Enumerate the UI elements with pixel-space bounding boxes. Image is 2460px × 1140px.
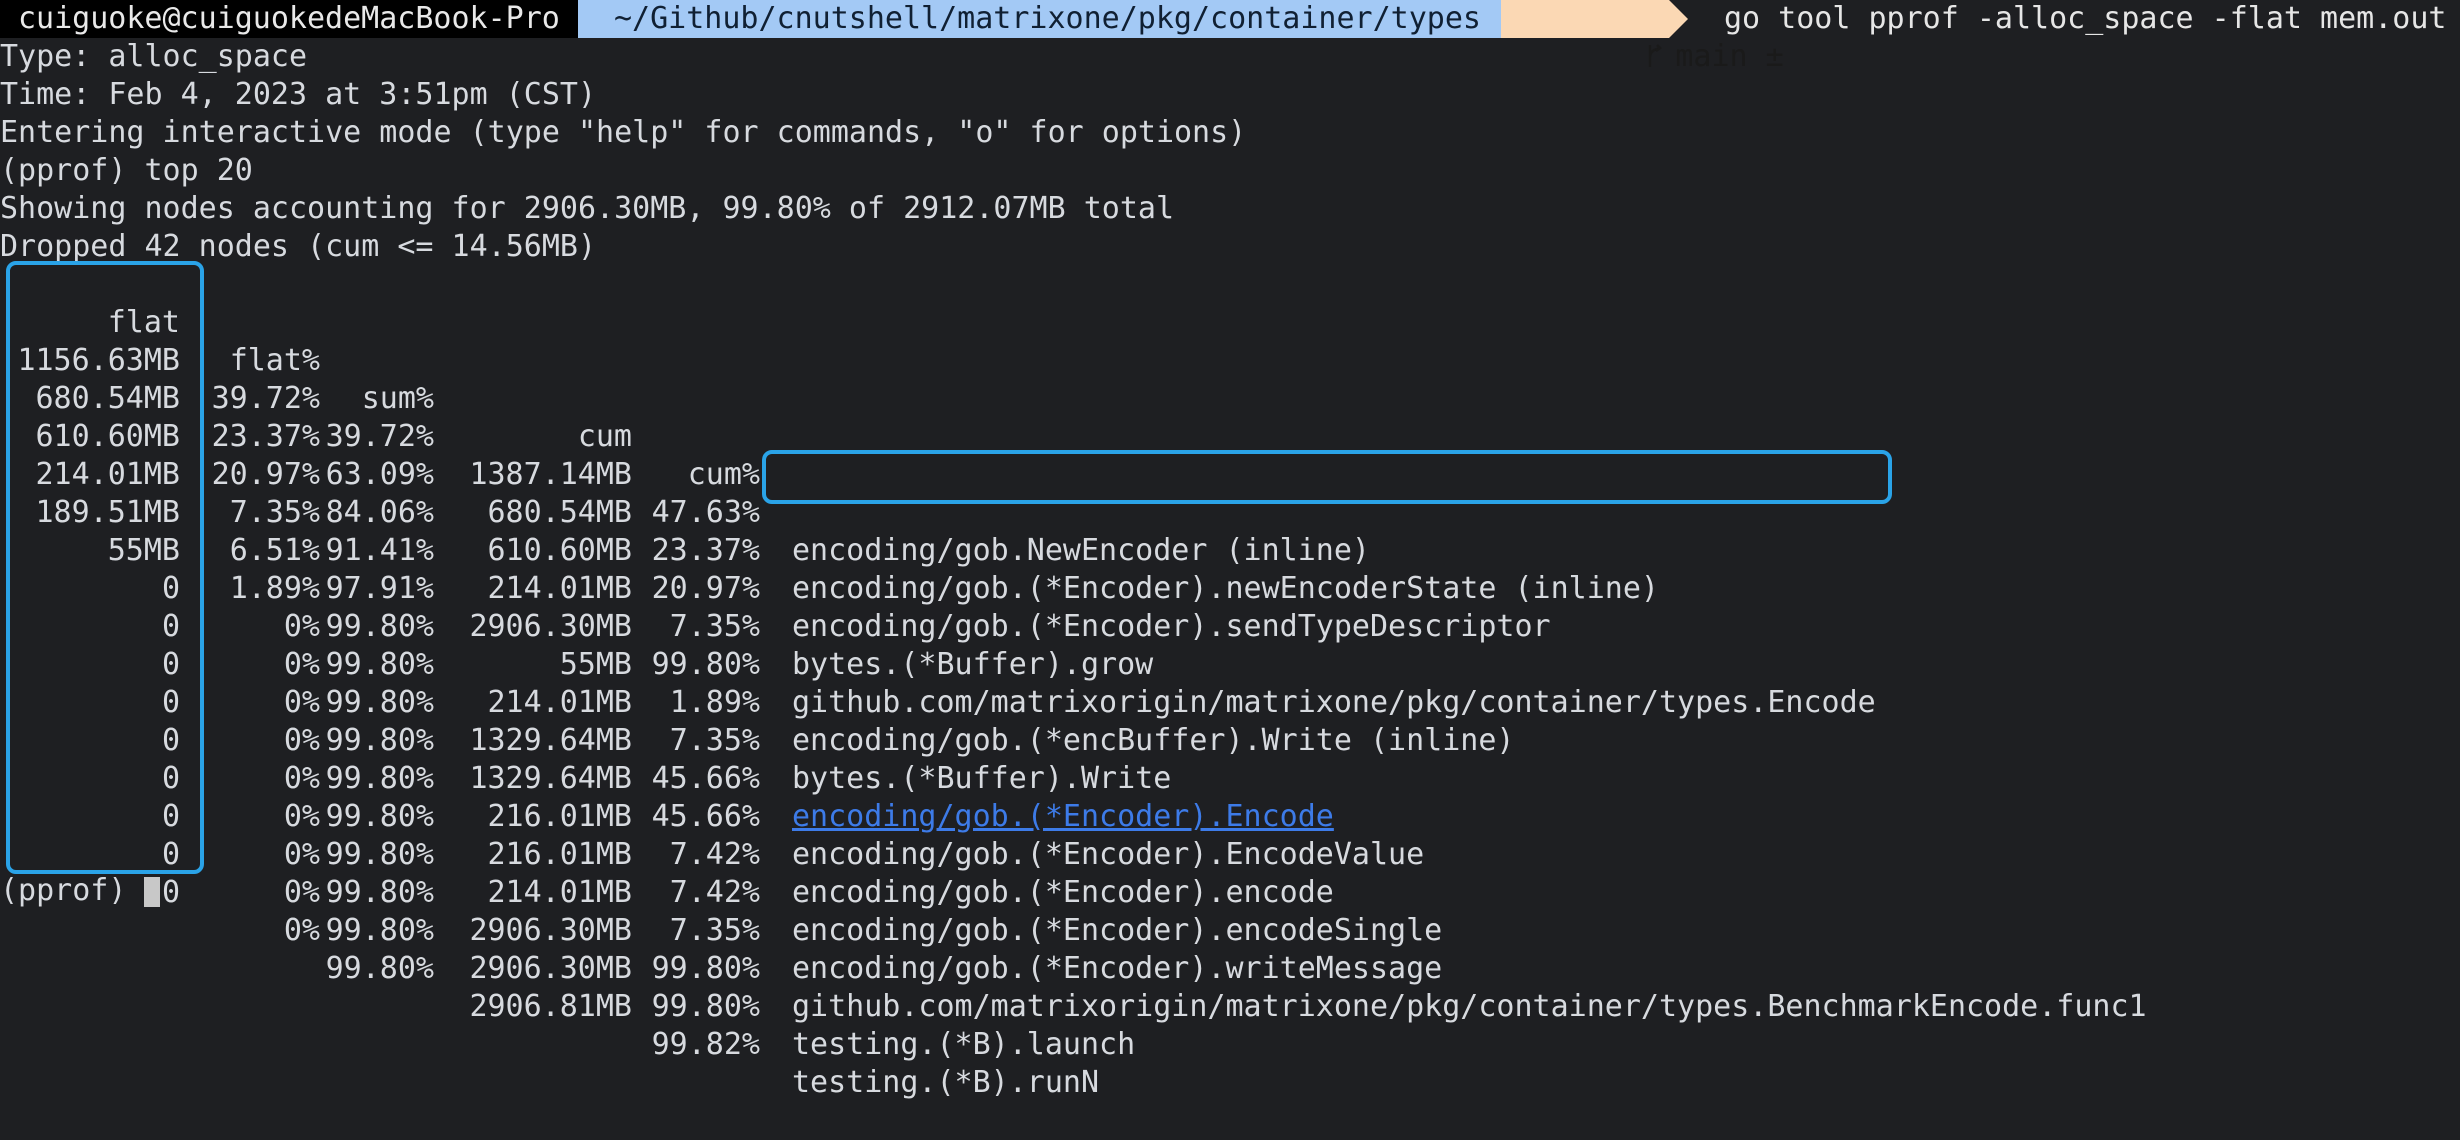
cell-cum-percent: 99.80% (651, 951, 760, 986)
cell-cum-percent: 7.42% (669, 875, 760, 910)
cell-sum-percent: 99.80% (325, 875, 434, 910)
cell-function-name: testing.(*B).runN (792, 1065, 1100, 1100)
cell-flat-percent: 0% (283, 913, 320, 948)
prompt-git-branch: main ± (1501, 0, 1784, 74)
cell-cum-percent: 7.35% (669, 913, 760, 948)
table-row: 0 0% 99.80% 2906.30MB 99.80% github.com/… (0, 760, 2460, 1024)
powerline-separator (1669, 0, 1688, 38)
terminal-window[interactable]: cuiguoke@cuiguokedeMacBook-Pro ~/Github/… (0, 0, 2460, 1100)
cell-sum-percent: 99.80% (325, 951, 434, 986)
table-row: 610.60MB 20.97% 84.06% 610.60MB 20.97% e… (0, 380, 2460, 644)
table-row: 189.51MB 6.51% 97.91% 2906.30MB 99.80% g… (0, 456, 2460, 720)
output-line-time: Time: Feb 4, 2023 at 3:51pm (CST) (0, 77, 597, 112)
cell-function-name: encoding/gob.(*Encoder).encodeSingle (792, 913, 1443, 948)
table-row: 0 0% 99.80% 214.01MB 7.35% bytes.(*Buffe… (0, 532, 2460, 796)
table-row: 0 0% 99.80% 2906.81MB 99.82% testing.(*B… (0, 836, 2460, 1100)
output-line-command: (pprof) top 20 (0, 153, 253, 188)
prompt-user-host: cuiguoke@cuiguokedeMacBook-Pro (0, 0, 578, 38)
cell-cum: 2906.30MB (469, 913, 632, 948)
cell-cum-percent: 99.80% (651, 989, 760, 1024)
table-row: 0 0% 99.80% 216.01MB 7.42% encoding/gob.… (0, 684, 2460, 948)
cell-sum-percent: 99.80% (325, 913, 434, 948)
cell-cum: 214.01MB (487, 875, 633, 910)
git-branch-icon (1649, 44, 1663, 67)
shell-prompt: cuiguoke@cuiguokedeMacBook-Pro ~/Github/… (0, 0, 2460, 74)
cell-function-name: encoding/gob.(*Encoder).encode (792, 875, 1334, 910)
cell-function-name: github.com/matrixorigin/matrixone/pkg/co… (792, 989, 2147, 1024)
output-line-summary: Showing nodes accounting for 2906.30MB, … (0, 191, 1174, 226)
command-text: go tool pprof -alloc_space -flat mem.out (1724, 1, 2447, 36)
table-row: 0 0% 99.80% 2906.30MB 99.80% testing.(*B… (0, 798, 2460, 1062)
table-row: 55MB 1.89% 99.80% 55MB 1.89% encoding/go… (0, 494, 2460, 758)
cell-cum: 2906.81MB (469, 989, 632, 1024)
table-row: 214.01MB 7.35% 91.41% 214.01MB 7.35% byt… (0, 418, 2460, 682)
prompt-path: ~/Github/cnutshell/matrixone/pkg/contain… (578, 0, 1501, 38)
cell-flat-percent: 0% (283, 875, 320, 910)
cell-function-name: encoding/gob.(*Encoder).writeMessage (792, 951, 1443, 986)
table-header: flat flat% sum% cum cum% (0, 266, 2460, 492)
pprof-prompt[interactable]: (pprof) (0, 872, 126, 910)
table-row: 0 0% 99.80% 216.01MB 7.42% encoding/gob.… (0, 646, 2460, 910)
output-line-interactive: Entering interactive mode (type "help" f… (0, 115, 1247, 150)
table-row: 680.54MB 23.37% 63.09% 680.54MB 23.37% e… (0, 342, 2460, 606)
output-line-type: Type: alloc_space (0, 39, 308, 74)
cell-cum: 2906.30MB (469, 951, 632, 986)
cell-function-name: testing.(*B).launch (792, 1027, 1136, 1062)
output-line-dropped: Dropped 42 nodes (cum <= 14.56MB) (0, 229, 597, 264)
cell-cum-percent: 99.82% (651, 1027, 760, 1062)
table-row: 1156.63MB 39.72% 39.72% 1387.14MB 47.63%… (0, 304, 2460, 568)
branch-name: main ± (1675, 39, 1784, 74)
text-cursor (144, 877, 160, 907)
table-row: 0 0% 99.80% 1329.64MB 45.66% encoding/go… (0, 608, 2460, 872)
table-row: 0 0% 99.80% 1329.64MB 45.66% encoding/go… (0, 570, 2460, 834)
table-row: 0 0% 99.80% 214.01MB 7.35% encoding/gob.… (0, 722, 2460, 986)
